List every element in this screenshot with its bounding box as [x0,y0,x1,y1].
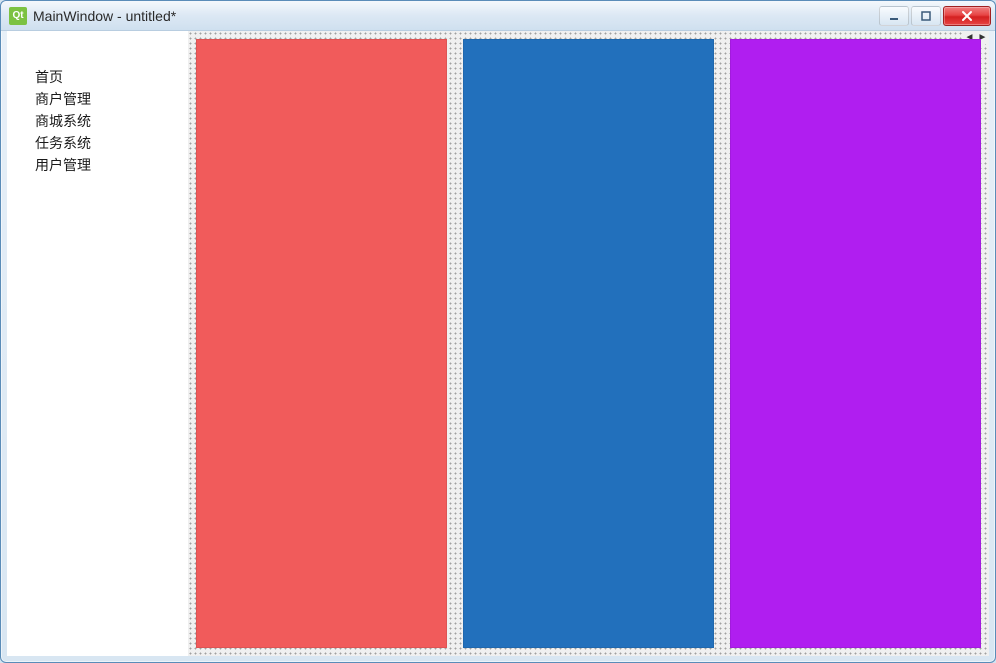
panel-2[interactable] [463,39,714,648]
maximize-button[interactable] [911,6,941,26]
sidebar-item-merchant[interactable]: 商户管理 [35,88,188,110]
sidebar-item-mall[interactable]: 商城系统 [35,110,188,132]
window-title: MainWindow - untitled* [33,8,879,24]
sidebar-item-home[interactable]: 首页 [35,66,188,88]
maximize-icon [920,10,932,22]
main-window: Qt MainWindow - untitled* 首页 [0,0,996,663]
qt-app-icon: Qt [9,7,27,25]
sidebar-item-task[interactable]: 任务系统 [35,132,188,154]
sidebar: 首页 商户管理 商城系统 任务系统 用户管理 [7,31,188,656]
minimize-icon [888,10,900,22]
tab-panels-row [196,39,981,648]
minimize-button[interactable] [879,6,909,26]
window-controls [879,6,991,26]
designer-canvas[interactable]: ◄ ► [188,31,989,656]
sidebar-item-user[interactable]: 用户管理 [35,154,188,176]
panel-1[interactable] [196,39,447,648]
titlebar[interactable]: Qt MainWindow - untitled* [1,1,995,31]
qt-icon-label: Qt [12,11,23,21]
close-button[interactable] [943,6,991,26]
client-area: 首页 商户管理 商城系统 任务系统 用户管理 ◄ ► [7,31,989,656]
panel-3[interactable] [730,39,981,648]
close-icon [960,10,974,22]
